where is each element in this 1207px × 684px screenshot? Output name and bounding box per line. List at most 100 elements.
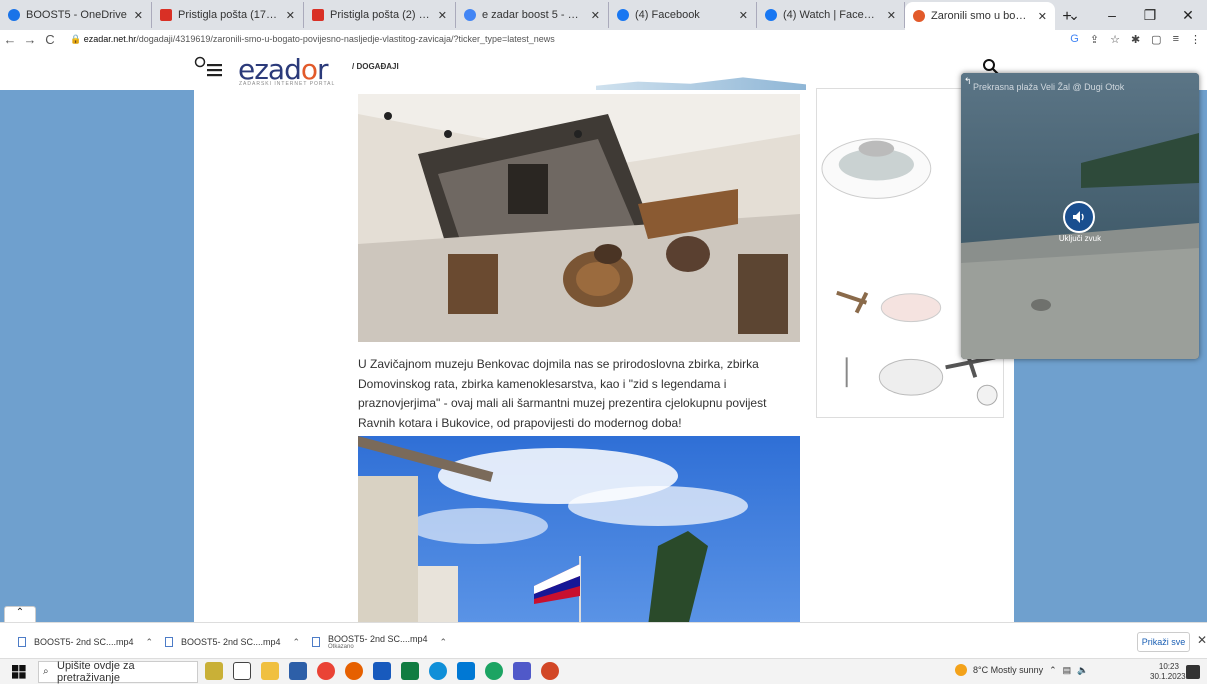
windows-start-icon[interactable]: [12, 665, 26, 679]
tab-google-search[interactable]: e zadar boost 5 - Google pretra ✕: [456, 2, 609, 28]
close-icon[interactable]: ✕: [438, 9, 447, 22]
taskbar-apps: [205, 662, 559, 680]
chrome-profile-icon[interactable]: [485, 662, 503, 680]
back-icon[interactable]: ←: [0, 32, 20, 47]
address-bar: ← → C 🔒 ezadar.net.hr/dogadaji/4319619/z…: [0, 30, 1207, 48]
extensions-icon[interactable]: ✱: [1131, 33, 1140, 46]
chevron-up-icon[interactable]: ⌃: [293, 637, 301, 648]
minimize-button[interactable]: –: [1093, 7, 1131, 23]
outlook-icon[interactable]: [457, 662, 475, 680]
download-info: BOOST5- 2nd SC....mp4 Otkazano: [328, 634, 428, 650]
google-icon: [464, 9, 476, 21]
toolbar-icons: G ⇪ ☆ ✱ ▢ ≡ ⋮: [1070, 33, 1201, 46]
file-explorer-icon[interactable]: [261, 662, 279, 680]
sidepanel-icon[interactable]: ▢: [1151, 33, 1161, 46]
weather-icon[interactable]: [955, 664, 967, 676]
close-icon[interactable]: ✕: [887, 9, 896, 22]
tab-title: Pristigla pošta (2) - lradinski@p: [330, 9, 432, 21]
close-icon[interactable]: ✕: [1038, 10, 1047, 23]
share-icon[interactable]: ⇪: [1090, 33, 1099, 46]
onedrive-icon: [8, 9, 20, 21]
close-downloads-icon[interactable]: ✕: [1197, 633, 1207, 647]
system-tray: 8°C Mostly sunny ⌃ ▤ 🔈: [955, 664, 1088, 676]
video-popup[interactable]: ↰ Prekrasna plaža Veli Žal @ Dugi Otok U…: [961, 73, 1199, 359]
tab-facebook[interactable]: (4) Facebook ✕: [609, 2, 757, 28]
news-widget-icon[interactable]: [205, 662, 223, 680]
close-window-button[interactable]: ✕: [1169, 7, 1207, 24]
download-item[interactable]: BOOST5- 2nd SC....mp4 Otkazano ⌃: [312, 631, 447, 653]
chevron-up-icon[interactable]: ⌃: [440, 637, 448, 648]
close-icon[interactable]: ✕: [134, 9, 143, 22]
tab-title: BOOST5 - OneDrive: [26, 9, 127, 21]
close-icon[interactable]: ✕: [286, 9, 295, 22]
file-icon: [165, 637, 173, 647]
task-view-icon[interactable]: [233, 662, 251, 680]
gmail-icon: [160, 9, 172, 21]
tab-gmail-lradinski[interactable]: Pristigla pošta (2) - lradinski@p ✕: [304, 2, 456, 28]
edge-icon[interactable]: [429, 662, 447, 680]
url-field[interactable]: 🔒 ezadar.net.hr/dogadaji/4319619/zaronil…: [70, 34, 555, 45]
article-paragraph: U Zavičajnom muzeju Benkovac dojmila nas…: [358, 357, 767, 430]
speaker-icon: [1073, 211, 1084, 223]
tab-title: e zadar boost 5 - Google pretra: [482, 9, 585, 21]
firefox-icon[interactable]: [345, 662, 363, 680]
article-column: U Zavičajnom muzeju Benkovac dojmila nas…: [194, 88, 1014, 622]
chrome-icon[interactable]: [317, 662, 335, 680]
file-icon: [18, 637, 26, 647]
kebab-menu-icon[interactable]: ⋮: [1190, 33, 1201, 46]
search-icon: ⌕: [43, 666, 49, 677]
reload-icon[interactable]: C: [40, 32, 60, 47]
tab-title: (4) Facebook: [635, 9, 700, 21]
download-status: Otkazano: [328, 644, 354, 650]
google-lens-icon[interactable]: G: [1070, 33, 1079, 46]
close-icon[interactable]: ✕: [591, 9, 600, 22]
chevron-up-icon[interactable]: ⌃: [1049, 665, 1057, 676]
word-icon[interactable]: [373, 662, 391, 680]
excel-icon[interactable]: [401, 662, 419, 680]
clock-date: 30.1.2023.: [1150, 672, 1188, 681]
weather-text[interactable]: 8°C Mostly sunny: [973, 665, 1043, 675]
section-breadcrumb[interactable]: / DOGAĐAJI: [352, 62, 399, 71]
network-icon[interactable]: ▤: [1063, 665, 1072, 676]
download-item[interactable]: BOOST5- 2nd SC....mp4 ⌃: [18, 631, 153, 653]
taskbar-clock[interactable]: 10:23 30.1.2023.: [1150, 662, 1188, 682]
tab-title: (4) Watch | Facebook: [783, 9, 881, 21]
teams-icon[interactable]: [513, 662, 531, 680]
file-icon: [312, 637, 320, 647]
volume-icon[interactable]: 🔈: [1077, 665, 1088, 676]
back-to-tab-icon[interactable]: ↰: [964, 76, 972, 87]
restore-button[interactable]: ❐: [1131, 7, 1169, 24]
gmail-icon: [312, 9, 324, 21]
tab-onedrive[interactable]: BOOST5 - OneDrive ✕: [0, 2, 152, 28]
tab-facebook-watch[interactable]: (4) Watch | Facebook ✕: [757, 2, 905, 28]
search-placeholder: Upišite ovdje za pretraživanje: [57, 660, 135, 684]
unmute-label: Uključi zvuk: [1058, 234, 1102, 243]
notifications-icon[interactable]: [1186, 665, 1200, 679]
clock-time: 10:23: [1158, 662, 1179, 671]
download-item[interactable]: BOOST5- 2nd SC....mp4 ⌃: [165, 631, 300, 653]
scroll-up-button[interactable]: ⌃: [4, 606, 36, 622]
download-filename: BOOST5- 2nd SC....mp4: [34, 637, 134, 647]
forward-icon[interactable]: →: [20, 32, 40, 47]
close-icon[interactable]: ✕: [739, 9, 748, 22]
url-path: /dogadaji/4319619/zaronili-smo-u-bogato-…: [136, 33, 555, 44]
powerpoint-icon[interactable]: [541, 662, 559, 680]
unmute-button[interactable]: [1063, 201, 1095, 233]
facebook-icon: [617, 9, 629, 21]
tab-gmail-udruga[interactable]: Pristigla pošta (176) - udrugaz ✕: [152, 2, 304, 28]
download-filename: BOOST5- 2nd SC....mp4: [181, 637, 281, 647]
profile-icon[interactable]: ≡: [1173, 33, 1179, 46]
downloads-bar: BOOST5- 2nd SC....mp4 ⌃ BOOST5- 2nd SC..…: [0, 622, 1207, 658]
tab-search-icon[interactable]: ⌄: [1055, 7, 1093, 24]
tab-ezadar-article[interactable]: Zaronili smo u bogato povijesn ✕: [905, 2, 1055, 30]
taskbar-search-box[interactable]: ⌕ Upišite ovdje za pretraživanje: [38, 660, 198, 684]
show-all-downloads-button[interactable]: Prikaži sve: [1137, 632, 1190, 652]
url-domain: ezadar.net.hr: [83, 33, 137, 44]
video-title: Prekrasna plaža Veli Žal @ Dugi Otok: [973, 82, 1125, 92]
store-icon[interactable]: [289, 662, 307, 680]
bookmark-star-icon[interactable]: ☆: [1110, 33, 1120, 46]
hamburger-menu-icon[interactable]: [194, 56, 224, 80]
header-decoration: [596, 77, 806, 90]
chevron-up-icon[interactable]: ⌃: [146, 637, 154, 648]
ezadar-icon: [913, 10, 925, 22]
